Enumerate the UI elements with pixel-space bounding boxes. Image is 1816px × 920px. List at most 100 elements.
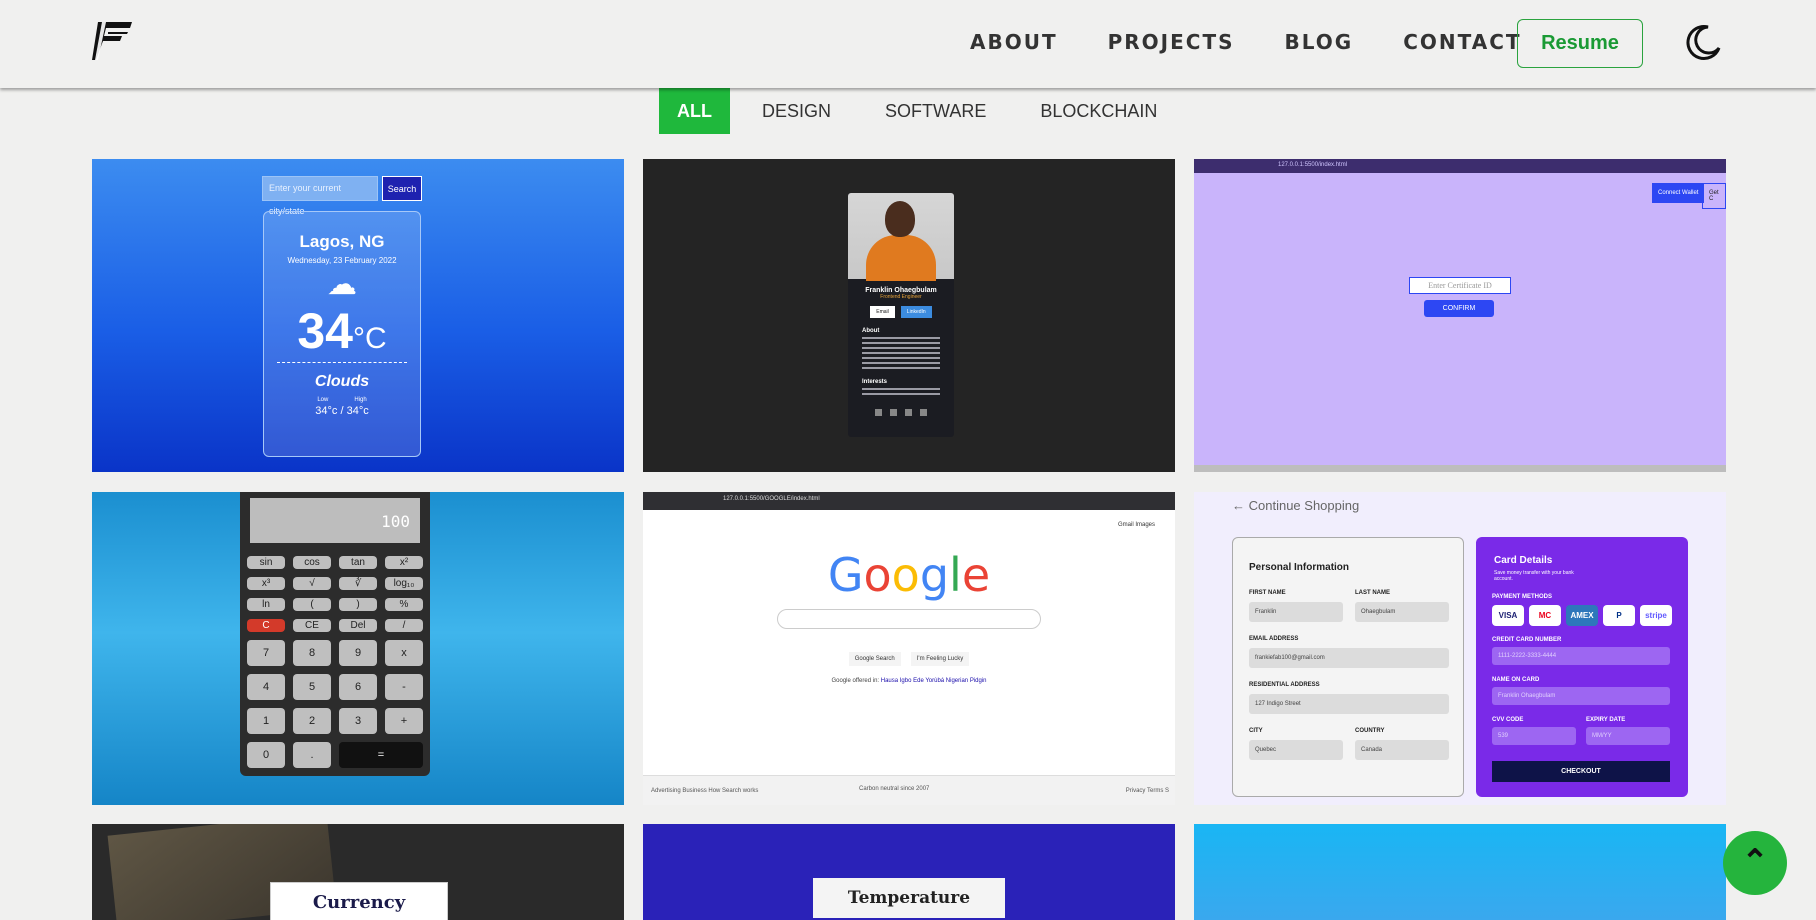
google-buttons: Google Search I'm Feeling Lucky [643,652,1175,666]
field-label: EMAIL ADDRESS [1249,636,1299,642]
calc-key: . [293,742,331,768]
footer-carbon: Carbon neutral since 2007 [859,786,930,792]
cvv-field: 539 [1492,727,1576,745]
paypal-icon: P [1603,605,1635,626]
project-card-checkout[interactable]: ← Continue Shopping Personal Information… [1194,492,1726,805]
confirm-button: CONFIRM [1424,300,1494,317]
card-details-panel: Card Details Save money transfer with yo… [1476,537,1688,797]
project-card-calculator[interactable]: 100 sin cos tan x² x³ √ ∛ log₁₀ ln ()% C CE Del / … [92,492,624,805]
resume-button[interactable]: Resume [1517,19,1643,68]
calc-key: 0 [247,742,285,768]
first-name-field: Franklin [1249,602,1343,622]
project-card-profile[interactable]: Franklin Ohaegbulam Frontend Engineer Em… [643,159,1175,472]
nav-blog[interactable]: BLOG [1285,30,1354,54]
tab-blockchain[interactable]: BLOCKCHAIN [1018,88,1179,134]
field-label: FIRST NAME [1249,590,1286,596]
country-select: Canada [1355,740,1449,760]
logo[interactable] [92,18,134,62]
main-nav: ABOUT PROJECTS BLOG CONTACT [970,30,1572,54]
cloud-icon: ☁ [327,268,357,301]
field-label: COUNTRY [1355,728,1385,734]
calc-key-equals: = [339,742,423,768]
last-name-field: Ohaegbulam [1355,602,1449,622]
calc-key: Del [339,619,377,632]
back-to-top-button[interactable]: ⌃ [1723,831,1787,895]
amex-icon: AMEX [1566,605,1598,626]
calc-key: cos [293,556,331,569]
calc-key: ∛ [339,577,377,590]
nav-projects[interactable]: PROJECTS [1108,30,1235,54]
field-label: CREDIT CARD NUMBER [1492,637,1562,643]
google-logo: Google [827,548,991,602]
email-field: frankiefab100@gmail.com [1249,648,1449,668]
project-card-certificate[interactable]: 127.0.0.1:5500/index.html Connect Wallet… [1194,159,1726,472]
calc-key: ) [339,598,377,611]
calc-key: log₁₀ [385,577,423,590]
project-card-google[interactable]: 127.0.0.1:5500/GOOGLE/index.html Gmail I… [643,492,1175,805]
nav-contact[interactable]: CONTACT [1403,30,1521,54]
interests-heading: Interests [862,379,888,385]
google-footer: Advertising Business How Search works Ca… [643,775,1175,805]
project-filter-tabs: ALL DESIGN SOFTWARE BLOCKCHAIN [659,88,1189,134]
moon-icon[interactable] [1684,24,1722,62]
calc-key: 9 [339,640,377,666]
connect-wallet-button: Connect Wallet [1652,183,1705,203]
google-search-box [777,609,1041,629]
weather-search-input: Enter your current city/state [262,176,378,216]
personal-info-title: Personal Information [1249,562,1350,573]
profile-card: Franklin Ohaegbulam Frontend Engineer Em… [848,193,954,437]
facebook-icon [890,409,897,416]
chevron-up-icon: ⌃ [1741,843,1769,879]
certificate-id-input: Enter Certificate ID [1409,277,1511,294]
calc-key: 1 [247,708,285,734]
profile-role: Frontend Engineer [880,294,922,300]
nav-about[interactable]: ABOUT [970,30,1058,54]
github-icon [920,409,927,416]
mastercard-icon: MC [1529,605,1561,626]
field-label: EXPIRY DATE [1586,717,1626,723]
calc-key: ( [293,598,331,611]
tab-design[interactable]: DESIGN [740,88,853,134]
project-card-currency[interactable]: Currency Converter [92,824,624,920]
browser-url: 127.0.0.1:5500/GOOGLE/index.html [723,496,820,502]
twitter-icon [875,409,882,416]
social-icons [848,409,954,416]
calc-key: sin [247,556,285,569]
weather-date: Wednesday, 23 February 2022 [287,256,397,265]
profile-name: Franklin Ohaegbulam [865,287,937,294]
checkout-button: CHECKOUT [1492,761,1670,782]
currency-converter-title: Currency Converter [270,882,448,920]
calc-key: x [385,640,423,666]
google-top-links: Gmail Images [1117,522,1155,528]
project-card-weather[interactable]: Enter your current city/state Search Lag… [92,159,624,472]
interests-text [848,388,954,395]
calc-key: CE [293,619,331,632]
calc-key: √ [293,577,331,590]
google-search-button: Google Search [848,652,901,666]
calc-key: x² [385,556,423,569]
card-number-field: 1111-2222-3333-4444 [1492,647,1670,665]
field-label: NAME ON CARD [1492,677,1540,683]
card-details-title: Card Details [1494,555,1553,566]
stripe-icon: stripe [1640,605,1672,626]
weather-temp: 34°C [297,303,387,359]
calculator: 100 sin cos tan x² x³ √ ∛ log₁₀ ln ()% C CE Del / … [240,492,430,776]
address-field: 127 Indigo Street [1249,694,1449,714]
tab-software[interactable]: SOFTWARE [863,88,1008,134]
linkedin-button: LinkedIn [900,306,932,318]
tab-all[interactable]: ALL [659,88,730,134]
weather-range: 34°c / 34°c [315,405,369,417]
divider [277,362,407,363]
scrollbar [1194,465,1726,472]
get-certificate-button: Get C [1702,183,1726,209]
weather-city: Lagos, NG [299,232,385,251]
calc-key: % [385,598,423,611]
name-on-card-field: Franklin Ohaegbulam [1492,687,1670,705]
project-card-blue[interactable] [1194,824,1726,920]
instagram-icon [905,409,912,416]
low-label: Low [317,397,329,403]
google-languages: Google offered in: Hausa Igbo Ede Yorùbá… [831,678,987,684]
expiry-field: MM/YY [1586,727,1670,745]
project-card-temperature[interactable]: Temperature Converter [643,824,1175,920]
browser-bar: 127.0.0.1:5500/GOOGLE/index.html [643,492,1175,510]
